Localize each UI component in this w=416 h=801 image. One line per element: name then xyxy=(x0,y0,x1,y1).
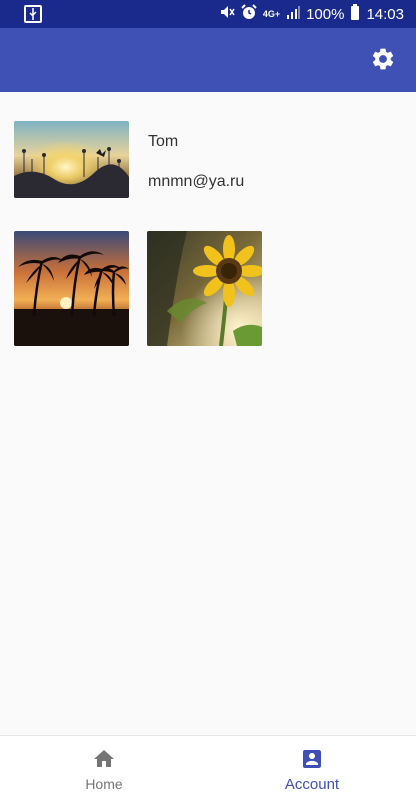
mute-icon xyxy=(219,4,235,24)
status-bar: 4G+ 100% 14:03 xyxy=(0,0,416,28)
gear-icon[interactable] xyxy=(370,46,396,72)
photo-palm-sunset[interactable] xyxy=(14,231,129,346)
alarm-icon xyxy=(241,4,257,24)
app-bar xyxy=(0,28,416,92)
profile-avatar[interactable] xyxy=(14,121,129,198)
profile-name: Tom xyxy=(148,133,179,150)
battery-icon xyxy=(350,4,360,24)
photo-gallery xyxy=(14,231,262,346)
nav-label-account: Account xyxy=(284,776,340,793)
clock: 14:03 xyxy=(366,5,404,23)
account-box-icon xyxy=(300,747,324,771)
profile-header: Tom mnmn@ya.ru xyxy=(14,121,244,198)
bottom-navigation: Home Account xyxy=(0,735,416,801)
nav-item-home[interactable]: Home xyxy=(0,736,208,801)
nav-label-home: Home xyxy=(85,776,123,792)
signal-icon xyxy=(286,5,301,23)
network-type: 4G+ xyxy=(262,9,281,19)
profile-email: mnmn@ya.ru xyxy=(148,173,245,190)
usb-icon xyxy=(24,5,42,23)
battery-percent: 100% xyxy=(306,5,345,23)
nav-item-account[interactable]: Account xyxy=(208,736,416,801)
photo-sunflower[interactable] xyxy=(147,231,262,346)
home-icon xyxy=(92,747,116,771)
